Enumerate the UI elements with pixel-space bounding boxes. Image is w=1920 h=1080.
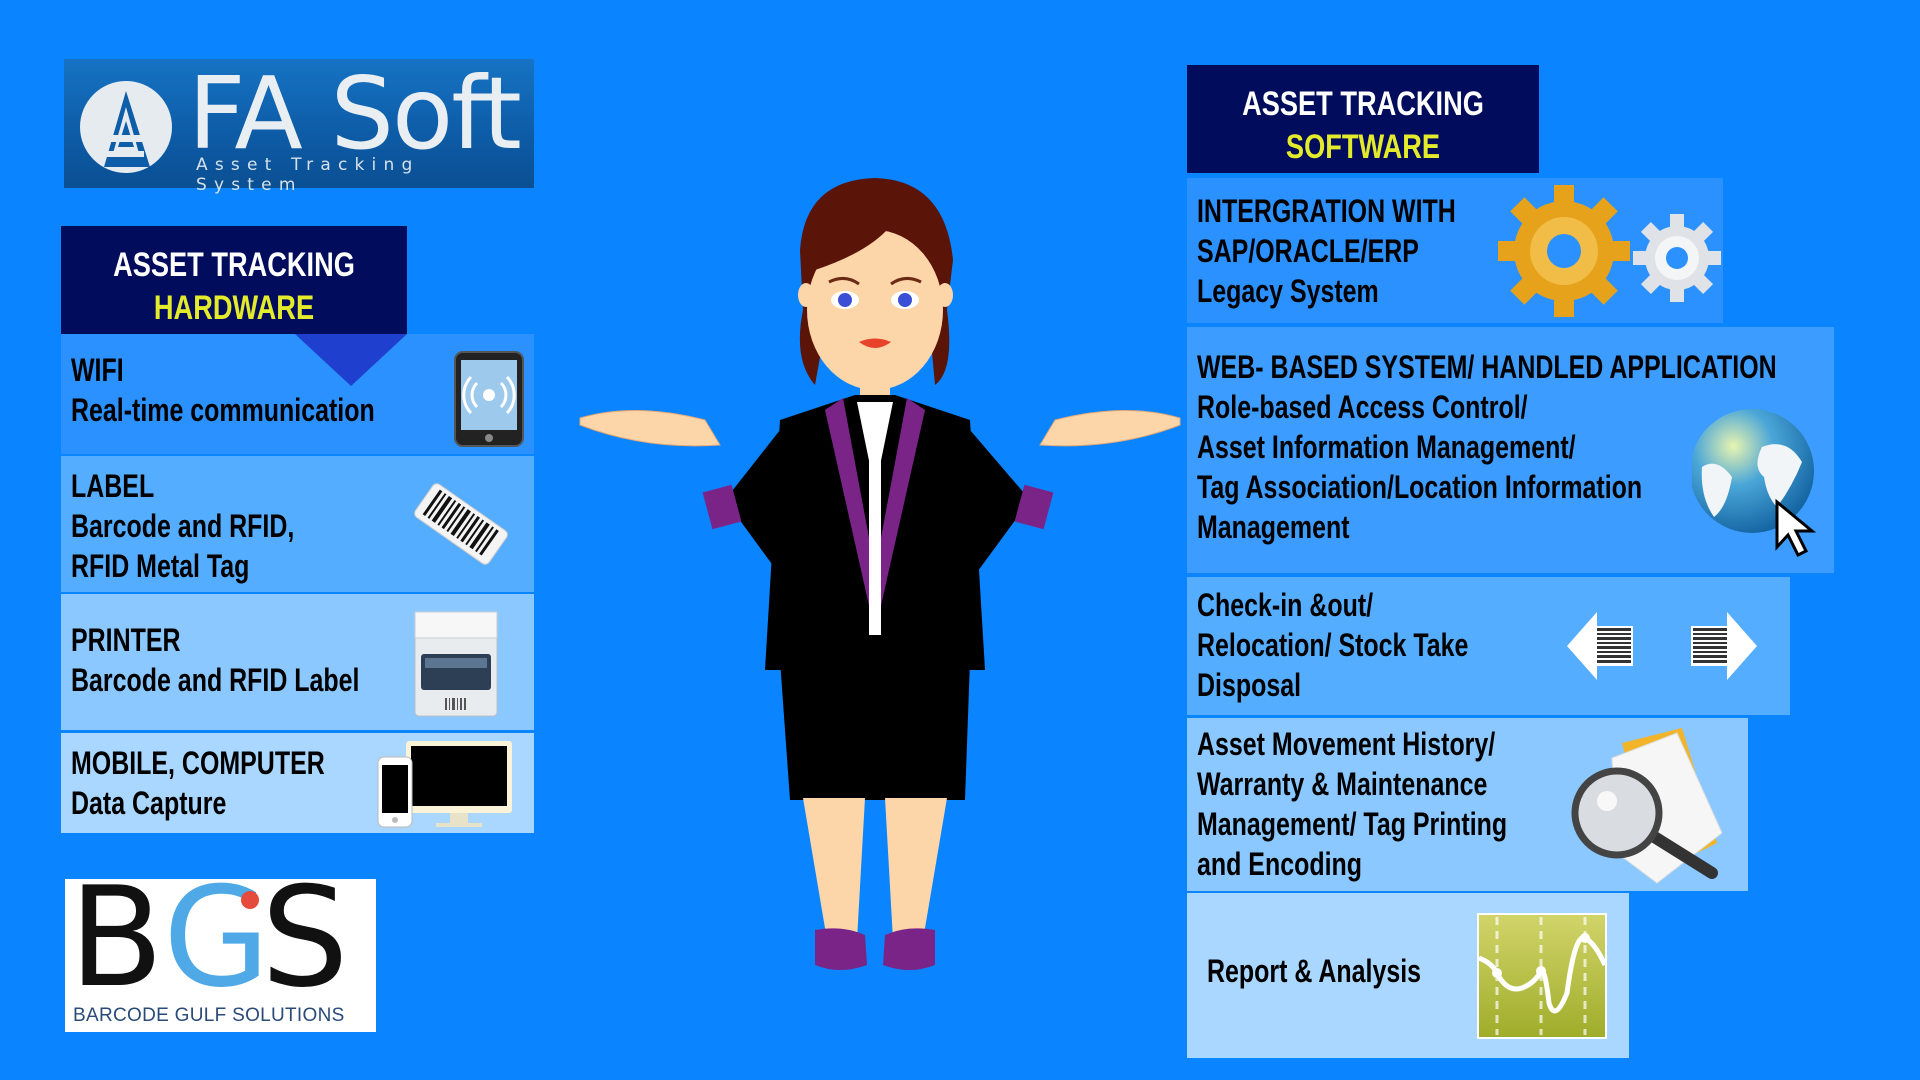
hardware-item-mobile-computer: MOBILE, COMPUTER Data Capture bbox=[61, 733, 534, 833]
globe-cursor-icon bbox=[1692, 409, 1817, 557]
hardware-item-wifi: WIFI Real-time communication bbox=[61, 334, 534, 454]
barcode-arrows-icon bbox=[1567, 612, 1757, 680]
label-title: LABEL bbox=[71, 468, 155, 504]
web-line3: Asset Information Management/ bbox=[1197, 429, 1576, 465]
bgs-full-name: BARCODE GULF SOLUTIONS bbox=[73, 1005, 345, 1026]
right-hand bbox=[1039, 410, 1181, 447]
report-line1: Report & Analysis bbox=[1207, 953, 1422, 989]
software-item-check-in-out: Check-in &out/ Relocation/ Stock Take Di… bbox=[1187, 577, 1790, 715]
movement-line3: Management/ Tag Printing bbox=[1197, 806, 1508, 842]
left-shoe bbox=[815, 928, 867, 970]
hardware-header-line2: HARDWARE bbox=[153, 289, 315, 327]
shirt-stripe bbox=[869, 430, 881, 635]
mobile-title: MOBILE, COMPUTER bbox=[71, 745, 325, 781]
software-item-web-based: WEB- BASED SYSTEM/ HANDLED APPLICATION R… bbox=[1187, 327, 1834, 573]
software-header-line2: SOFTWARE bbox=[1285, 128, 1441, 166]
label-line1: Barcode and RFID, bbox=[71, 508, 295, 544]
web-line1: WEB- BASED SYSTEM/ HANDLED APPLICATION bbox=[1197, 349, 1777, 385]
hardware-header-line1: ASSET TRACKING bbox=[113, 246, 355, 284]
printer-icon bbox=[414, 611, 498, 717]
right-leg bbox=[885, 798, 947, 940]
magnifier-document-icon bbox=[1571, 728, 1723, 884]
software-item-integration: INTERGRATION WITH SAP/ORACLE/ERP Legacy … bbox=[1187, 178, 1723, 323]
line-chart-icon bbox=[1477, 913, 1607, 1039]
fa-monogram-icon bbox=[80, 81, 172, 173]
left-hand bbox=[579, 410, 721, 447]
fa-soft-logo: FA Soft Asset Tracking System bbox=[64, 55, 534, 195]
web-line4: Tag Association/Location Information bbox=[1197, 469, 1643, 505]
web-line2: Role-based Access Control/ bbox=[1197, 389, 1528, 425]
software-header-line1: ASSET TRACKING bbox=[1242, 85, 1484, 123]
hardware-item-printer: PRINTER Barcode and RFID Label bbox=[61, 594, 534, 730]
presenter-illustration bbox=[579, 178, 1181, 970]
integration-line2: SAP/ORACLE/ERP bbox=[1197, 233, 1419, 269]
tablet-wifi-icon bbox=[454, 351, 524, 447]
fa-soft-tagline: Asset Tracking System bbox=[196, 155, 420, 195]
wifi-title: WIFI bbox=[71, 352, 124, 388]
software-item-report: Report & Analysis bbox=[1187, 893, 1629, 1058]
integration-line3: Legacy System bbox=[1197, 273, 1379, 309]
mobile-desc: Data Capture bbox=[71, 785, 227, 821]
software-item-asset-movement: Asset Movement History/ Warranty & Maint… bbox=[1187, 718, 1748, 891]
hardware-item-label: LABEL Barcode and RFID, RFID Metal Tag bbox=[61, 456, 534, 592]
printer-title: PRINTER bbox=[71, 622, 181, 658]
bgs-red-dot bbox=[241, 891, 259, 909]
skirt bbox=[780, 660, 970, 800]
hardware-header: ASSET TRACKING HARDWARE bbox=[61, 226, 407, 334]
bgs-letter-g: G bbox=[163, 857, 270, 1018]
printer-desc: Barcode and RFID Label bbox=[71, 662, 360, 698]
bgs-letter-s: S bbox=[261, 857, 349, 1018]
checkin-line3: Disposal bbox=[1197, 667, 1302, 703]
left-leg bbox=[803, 798, 865, 940]
bgs-logo: B G S BARCODE GULF SOLUTIONS bbox=[65, 869, 376, 1032]
checkin-line1: Check-in &out/ bbox=[1197, 587, 1374, 623]
movement-line4: and Encoding bbox=[1197, 846, 1363, 882]
barcode-label-icon bbox=[414, 483, 508, 565]
software-header: ASSET TRACKING SOFTWARE bbox=[1187, 65, 1539, 173]
web-line5: Management bbox=[1197, 509, 1350, 545]
mobile-computer-icon bbox=[377, 741, 512, 828]
movement-line1: Asset Movement History/ bbox=[1197, 726, 1496, 762]
wifi-desc: Real-time communication bbox=[71, 392, 375, 428]
checkin-line2: Relocation/ Stock Take bbox=[1197, 627, 1469, 663]
movement-line2: Warranty & Maintenance bbox=[1197, 766, 1488, 802]
gears-icon bbox=[1498, 185, 1721, 317]
bgs-letter-b: B bbox=[69, 857, 164, 1018]
integration-line1: INTERGRATION WITH bbox=[1197, 193, 1456, 229]
right-shoe bbox=[883, 928, 935, 970]
label-line2: RFID Metal Tag bbox=[71, 548, 250, 584]
